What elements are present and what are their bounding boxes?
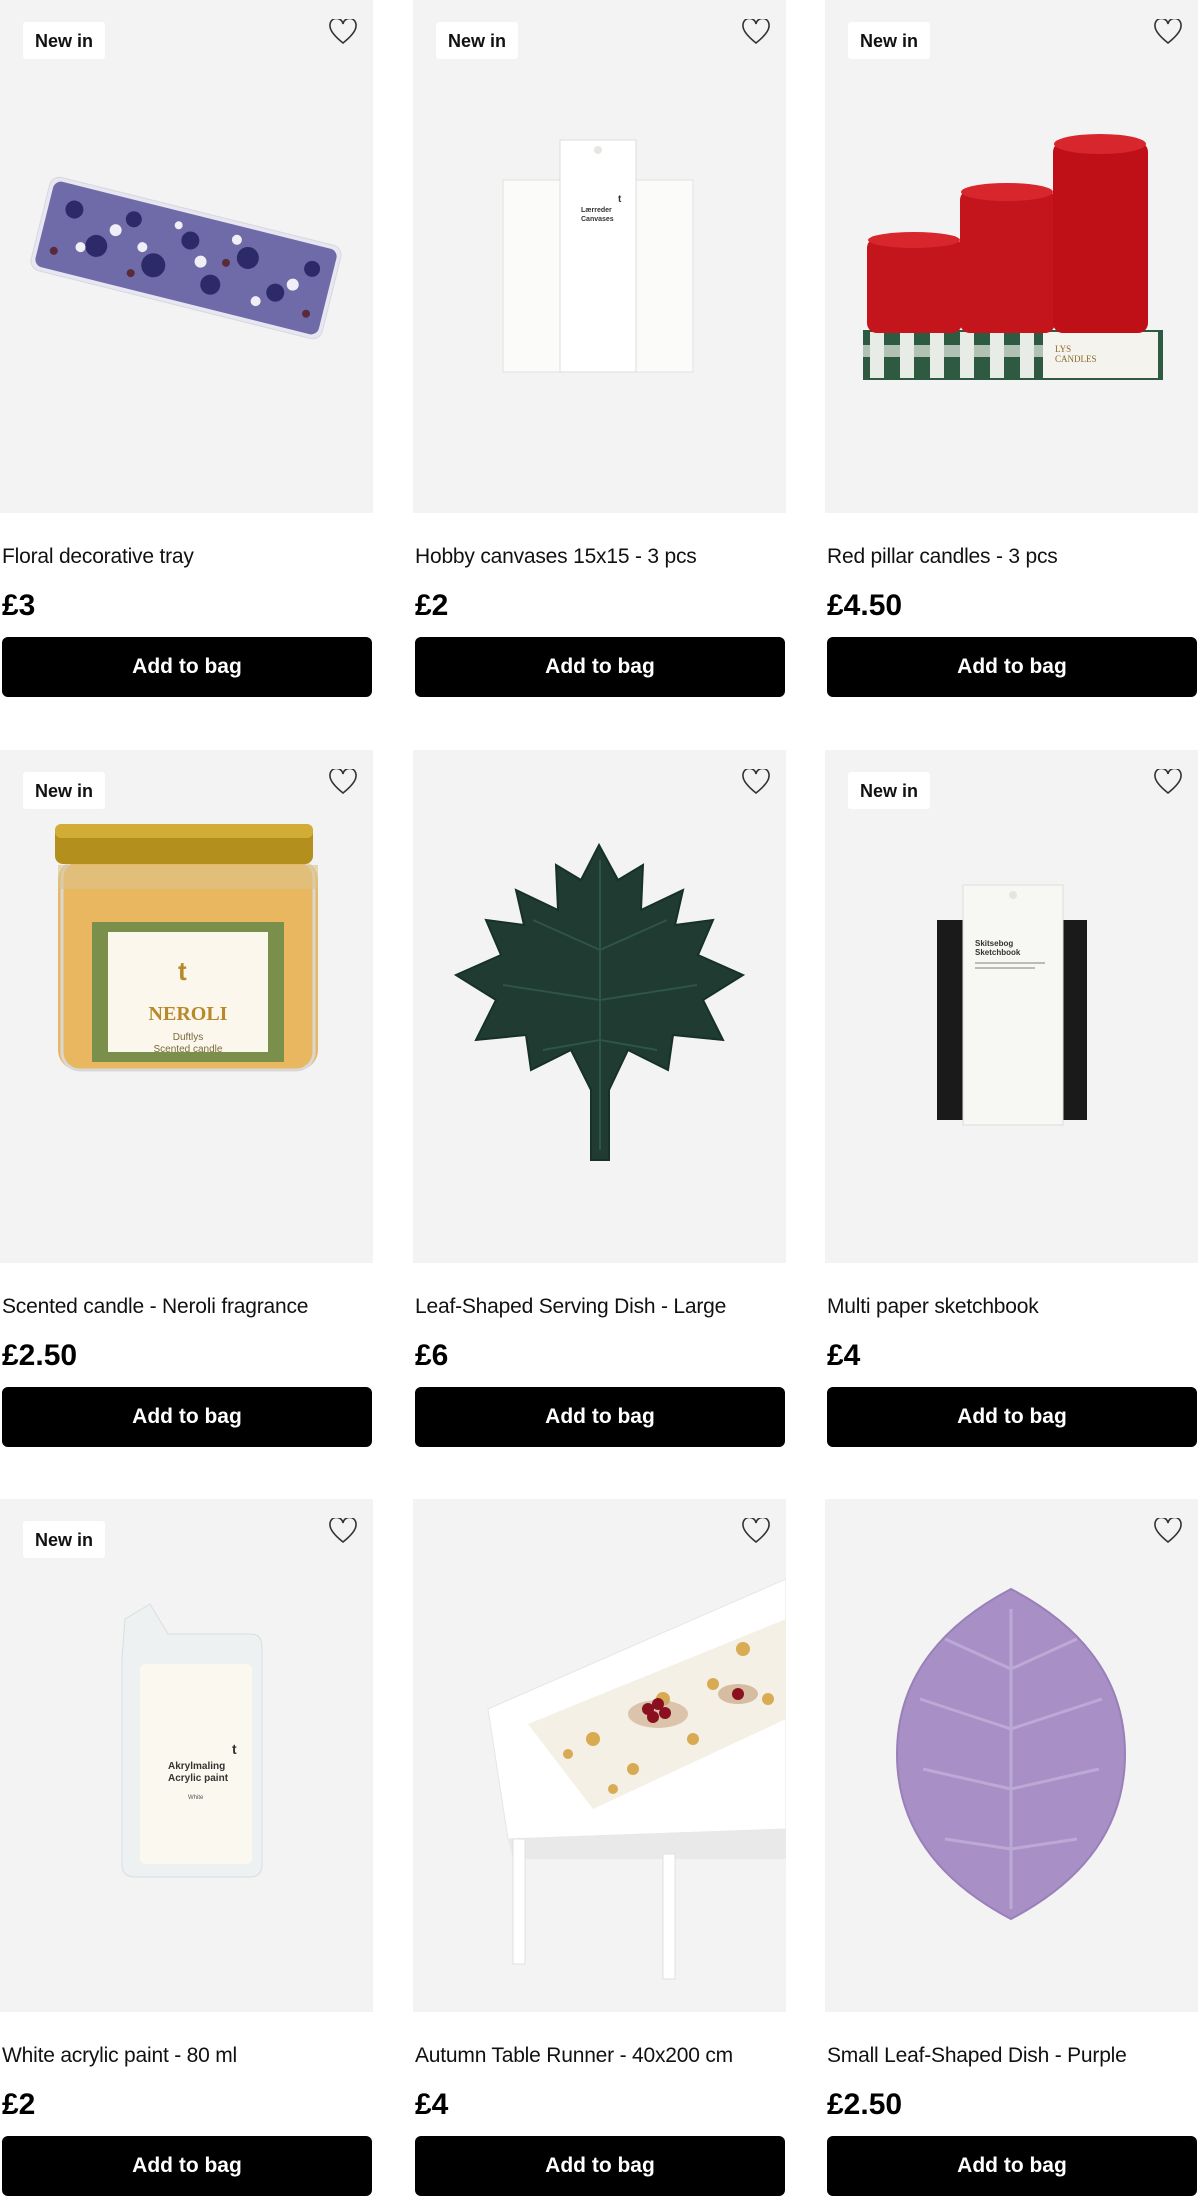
sketchbook-label-2: Sketchbook — [975, 948, 1021, 957]
product-image[interactable] — [413, 1499, 786, 2012]
green-leaf-dish-image — [453, 842, 746, 1161]
scented-candle-label: Scented candle — [154, 1044, 223, 1055]
product-price: £6 — [415, 1339, 449, 1372]
product-card[interactable]: Akrylmaling Acrylic paint White t New in… — [0, 1499, 373, 2196]
wishlist-heart-icon[interactable] — [327, 766, 359, 798]
candles-label-1: LYS — [1055, 344, 1071, 354]
product-title[interactable]: Multi paper sketchbook — [827, 1295, 1039, 1319]
red-candles-image: LYS CANDLES — [863, 134, 1163, 380]
duftlys-label: Duftlys — [173, 1032, 204, 1043]
product-card[interactable]: LYS CANDLES New in Red pillar candles - … — [825, 0, 1198, 697]
add-to-bag-button[interactable]: Add to bag — [415, 2136, 785, 2196]
new-in-badge: New in — [848, 772, 931, 809]
product-price: £4 — [415, 2088, 449, 2121]
product-price: £2.50 — [827, 2088, 903, 2121]
table-runner-image — [487, 1578, 786, 1980]
product-image[interactable]: New in — [0, 0, 373, 513]
add-to-bag-button[interactable]: Add to bag — [415, 637, 785, 697]
sketchbook-label-1: Skitsebog — [975, 939, 1013, 948]
product-price: £3 — [2, 589, 36, 622]
add-to-bag-button[interactable]: Add to bag — [2, 637, 372, 697]
wishlist-heart-icon[interactable] — [1152, 766, 1184, 798]
new-in-badge: New in — [23, 772, 106, 809]
product-card[interactable]: Lærreder Canvases t New in Hobby canvase… — [413, 0, 786, 697]
paint-label-1: Akrylmaling — [168, 1761, 225, 1772]
canvas-label-1: Lærreder — [581, 207, 612, 214]
product-image[interactable]: t NEROLI Duftlys Scented candle New in — [0, 750, 373, 1263]
new-in-badge: New in — [436, 22, 519, 59]
product-image[interactable]: Akrylmaling Acrylic paint White t New in — [0, 1499, 373, 2012]
add-to-bag-button[interactable]: Add to bag — [2, 2136, 372, 2196]
wishlist-heart-icon[interactable] — [1152, 1515, 1184, 1547]
paint-label-3: White — [188, 1795, 204, 1801]
add-to-bag-button[interactable]: Add to bag — [827, 637, 1197, 697]
wishlist-heart-icon[interactable] — [327, 16, 359, 48]
product-title[interactable]: Autumn Table Runner - 40x200 cm — [415, 2044, 733, 2068]
product-image[interactable]: Skitsebog Sketchbook New in — [825, 750, 1198, 1263]
new-in-badge: New in — [23, 22, 106, 59]
purple-leaf-dish-image — [895, 1587, 1127, 1921]
product-title[interactable]: Floral decorative tray — [2, 545, 194, 569]
floral-tray-image — [30, 176, 342, 340]
new-in-badge: New in — [23, 1521, 106, 1558]
product-title[interactable]: Scented candle - Neroli fragrance — [2, 1295, 308, 1319]
product-card[interactable]: New in Floral decorative tray £3 Add to … — [0, 0, 373, 697]
product-card[interactable]: Leaf-Shaped Serving Dish - Large £6 Add … — [413, 750, 786, 1447]
product-image[interactable]: LYS CANDLES New in — [825, 0, 1198, 513]
product-image[interactable] — [825, 1499, 1198, 2012]
acrylic-paint-image: Akrylmaling Acrylic paint White t — [121, 1603, 263, 1878]
add-to-bag-button[interactable]: Add to bag — [2, 1387, 372, 1447]
wishlist-heart-icon[interactable] — [740, 766, 772, 798]
add-to-bag-button[interactable]: Add to bag — [415, 1387, 785, 1447]
neroli-candle-image: t NEROLI Duftlys Scented candle — [55, 824, 318, 1072]
product-card[interactable]: t NEROLI Duftlys Scented candle New in S… — [0, 750, 373, 1447]
add-to-bag-button[interactable]: Add to bag — [827, 1387, 1197, 1447]
product-title[interactable]: Hobby canvases 15x15 - 3 pcs — [415, 545, 697, 569]
product-card[interactable]: Skitsebog Sketchbook New in Multi paper … — [825, 750, 1198, 1447]
canvases-image: Lærreder Canvases t — [502, 139, 694, 373]
product-title[interactable]: Small Leaf-Shaped Dish - Purple — [827, 2044, 1127, 2068]
product-price: £4.50 — [827, 589, 903, 622]
neroli-label: NEROLI — [149, 1003, 228, 1025]
product-card[interactable]: Autumn Table Runner - 40x200 cm £4 Add t… — [413, 1499, 786, 2196]
add-to-bag-button[interactable]: Add to bag — [827, 2136, 1197, 2196]
wishlist-heart-icon[interactable] — [740, 1515, 772, 1547]
sketchbook-image: Skitsebog Sketchbook — [937, 884, 1087, 1126]
canvas-label-2: Canvases — [581, 216, 614, 223]
product-title[interactable]: White acrylic paint - 80 ml — [2, 2044, 237, 2068]
product-image[interactable] — [413, 750, 786, 1263]
product-price: £2 — [415, 589, 449, 622]
product-title[interactable]: Red pillar candles - 3 pcs — [827, 545, 1058, 569]
wishlist-heart-icon[interactable] — [327, 1515, 359, 1547]
product-image[interactable]: Lærreder Canvases t New in — [413, 0, 786, 513]
new-in-badge: New in — [848, 22, 931, 59]
wishlist-heart-icon[interactable] — [1152, 16, 1184, 48]
paint-label-2: Acrylic paint — [168, 1773, 229, 1784]
candles-label-2: CANDLES — [1055, 354, 1097, 364]
svg-text:t: t — [232, 1741, 237, 1757]
product-price: £4 — [827, 1339, 861, 1372]
product-price: £2 — [2, 2088, 36, 2121]
product-title[interactable]: Leaf-Shaped Serving Dish - Large — [415, 1295, 726, 1319]
svg-text:t: t — [178, 956, 187, 986]
wishlist-heart-icon[interactable] — [740, 16, 772, 48]
product-price: £2.50 — [2, 1339, 78, 1372]
product-card[interactable]: Small Leaf-Shaped Dish - Purple £2.50 Ad… — [825, 1499, 1198, 2196]
